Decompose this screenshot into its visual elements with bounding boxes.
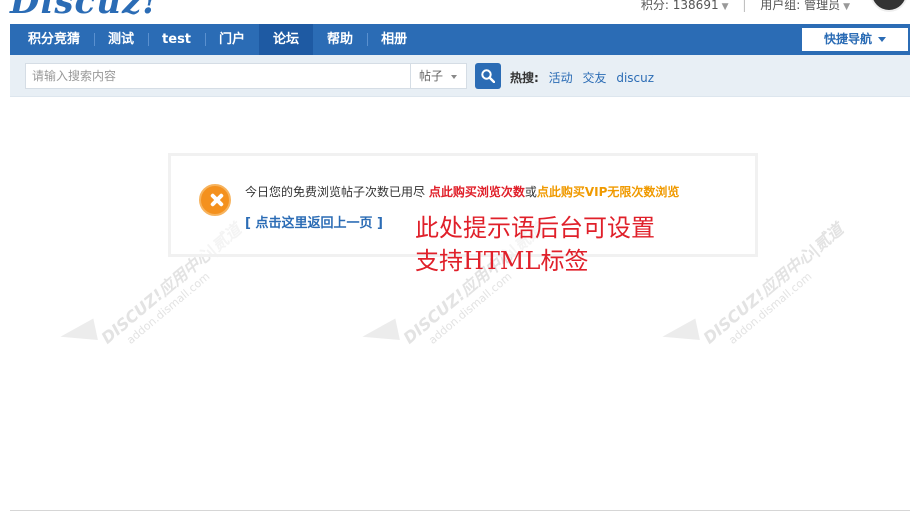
annotation-line: 支持HTML标签 xyxy=(415,247,589,275)
chevron-down-icon: ▼ xyxy=(721,2,729,12)
divider: | xyxy=(742,0,747,12)
search-input[interactable]: 请输入搜索内容 xyxy=(25,63,410,89)
back-link[interactable]: [ 点击这里返回上一页 ] xyxy=(245,212,383,231)
hot-keyword[interactable]: 活动 xyxy=(549,71,573,85)
nav-item[interactable]: 积分竞猜 xyxy=(14,24,94,55)
nav-item[interactable]: 论坛 xyxy=(259,24,314,55)
watermark-arrow xyxy=(660,318,700,348)
hot-keyword[interactable]: 交友 xyxy=(582,71,606,85)
hot-search-label: 热搜: xyxy=(510,71,539,85)
annotation-line: 此处提示语后台可设置 xyxy=(415,214,655,242)
nav-item[interactable]: test xyxy=(148,24,205,55)
nav-item[interactable]: 测试 xyxy=(94,24,148,55)
site-logo[interactable]: Discuz! xyxy=(10,0,158,22)
hot-search: 热搜: 活动 交友 discuz xyxy=(510,69,660,86)
nav-item[interactable]: 相册 xyxy=(367,24,421,55)
main-nav: 积分竞猜 测试 test 门户 论坛 帮助 相册 快捷导航 xyxy=(10,24,910,55)
watermark-arrow xyxy=(58,318,98,348)
chevron-down-icon: ▼ xyxy=(843,2,850,12)
buy-views-link[interactable]: 点此购买浏览次数 xyxy=(429,185,525,199)
annotation-note: 此处提示语后台可设置 支持HTML标签 xyxy=(415,212,655,278)
top-bar: Discuz! 积分: 138691 ▼ | 用户组: 管理员 ▼ xyxy=(0,0,910,24)
user-info: 积分: 138691 ▼ | 用户组: 管理员 ▼ xyxy=(641,0,850,13)
avatar[interactable] xyxy=(870,0,908,12)
points-menu[interactable]: 积分: 138691 ▼ xyxy=(641,0,729,12)
search-button[interactable] xyxy=(475,63,501,89)
hot-keyword[interactable]: discuz xyxy=(616,71,654,85)
search-type-select[interactable]: 帖子 xyxy=(410,63,467,89)
nav-item[interactable]: 门户 xyxy=(205,24,259,55)
caret-down-icon xyxy=(878,37,886,42)
message-text: 今日您的免费浏览帖子次数已用尽 点此购买浏览次数或点此购买VIP无限次数浏览 xyxy=(245,185,680,199)
search-bar: 请输入搜索内容 帖子 热搜: 活动 交友 discuz xyxy=(10,55,910,97)
watermark-arrow xyxy=(360,318,400,348)
caret-down-icon xyxy=(451,75,457,79)
search-icon xyxy=(481,69,495,83)
quick-nav-button[interactable]: 快捷导航 xyxy=(802,28,908,51)
error-icon xyxy=(199,184,231,216)
nav-item[interactable]: 帮助 xyxy=(313,24,367,55)
nav-items: 积分竞猜 测试 test 门户 论坛 帮助 相册 xyxy=(10,24,910,55)
footer-divider xyxy=(10,510,910,511)
usergroup-menu[interactable]: 用户组: 管理员 ▼ xyxy=(760,0,850,12)
buy-vip-link[interactable]: 点此购买VIP无限次数浏览 xyxy=(537,185,680,199)
